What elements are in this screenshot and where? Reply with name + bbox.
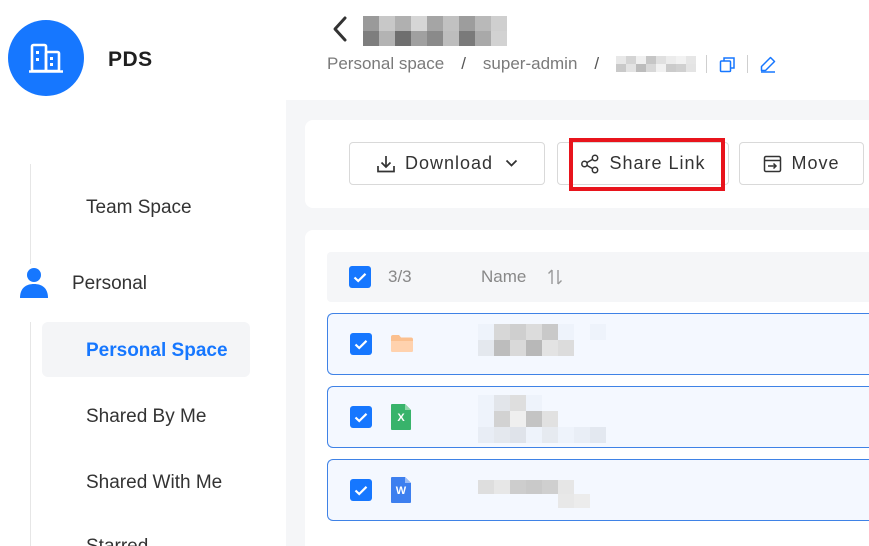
- action-toolbar: Download Share Link Move: [305, 120, 869, 208]
- row-checkbox[interactable]: [350, 479, 372, 501]
- divider: [706, 55, 708, 73]
- redacted-file-name: [478, 324, 606, 356]
- move-label: Move: [791, 153, 840, 173]
- download-icon: [377, 155, 395, 172]
- redacted-file-name: [478, 480, 606, 508]
- share-icon: [581, 154, 599, 173]
- breadcrumb-separator: /: [594, 54, 600, 73]
- share-link-button[interactable]: Share Link: [557, 142, 729, 185]
- word-file-icon: W: [390, 476, 412, 504]
- redacted-folder-title: [363, 16, 507, 46]
- logo: [8, 20, 84, 96]
- tree-line: [30, 322, 31, 546]
- file-row[interactable]: [327, 313, 869, 375]
- sidebar: PDS Team Space Personal Personal Space S…: [0, 0, 286, 546]
- checkmark-icon: [353, 272, 367, 283]
- share-link-label: Share Link: [609, 153, 706, 173]
- excel-icon-letter: X: [397, 412, 405, 424]
- breadcrumb-separator: /: [461, 54, 466, 73]
- folder-icon: [391, 335, 413, 352]
- redacted-file-name: [478, 395, 606, 443]
- sidebar-item-personal-space[interactable]: Personal Space: [86, 340, 228, 362]
- breadcrumb: Personal space / super-admin /: [327, 54, 778, 74]
- person-icon: [20, 268, 48, 298]
- move-icon: [764, 155, 782, 172]
- app-brand: PDS: [108, 48, 153, 71]
- excel-file-icon: X: [390, 403, 412, 431]
- main-content: Personal space / super-admin / Download …: [286, 0, 869, 546]
- file-list: 3/3 Name X W: [305, 230, 869, 546]
- download-label: Download: [404, 153, 494, 173]
- divider: [747, 55, 749, 73]
- breadcrumb-user[interactable]: super-admin: [483, 54, 578, 74]
- sort-icon[interactable]: [545, 267, 565, 287]
- redacted-breadcrumb-folder: [616, 56, 697, 72]
- move-button[interactable]: Move: [739, 142, 864, 185]
- copy-icon[interactable]: [717, 54, 737, 74]
- sidebar-item-shared-by-me[interactable]: Shared By Me: [86, 406, 206, 428]
- sidebar-item-team-space[interactable]: Team Space: [86, 197, 192, 219]
- file-list-header: 3/3 Name: [327, 252, 869, 302]
- sidebar-item-shared-with-me[interactable]: Shared With Me: [86, 472, 222, 494]
- select-all-checkbox[interactable]: [349, 266, 371, 288]
- sidebar-item-starred[interactable]: Starred: [86, 536, 148, 546]
- name-column-header[interactable]: Name: [481, 267, 526, 287]
- breadcrumb-root[interactable]: Personal space: [327, 54, 444, 74]
- selected-count: 3/3: [388, 267, 412, 286]
- page-header: Personal space / super-admin /: [286, 0, 869, 100]
- checkmark-icon: [354, 485, 368, 496]
- building-icon: [29, 43, 63, 73]
- file-row[interactable]: X: [327, 386, 869, 448]
- checkmark-icon: [354, 339, 368, 350]
- edit-icon[interactable]: [758, 54, 778, 74]
- sidebar-item-personal[interactable]: Personal: [72, 273, 147, 295]
- row-checkbox[interactable]: [350, 406, 372, 428]
- word-icon-letter: W: [395, 485, 407, 497]
- row-checkbox[interactable]: [350, 333, 372, 355]
- file-row[interactable]: W: [327, 459, 869, 521]
- checkmark-icon: [354, 412, 368, 423]
- back-arrow-icon[interactable]: [330, 14, 350, 44]
- download-button[interactable]: Download: [349, 142, 545, 185]
- chevron-down-icon: [505, 159, 518, 167]
- tree-line: [30, 164, 31, 264]
